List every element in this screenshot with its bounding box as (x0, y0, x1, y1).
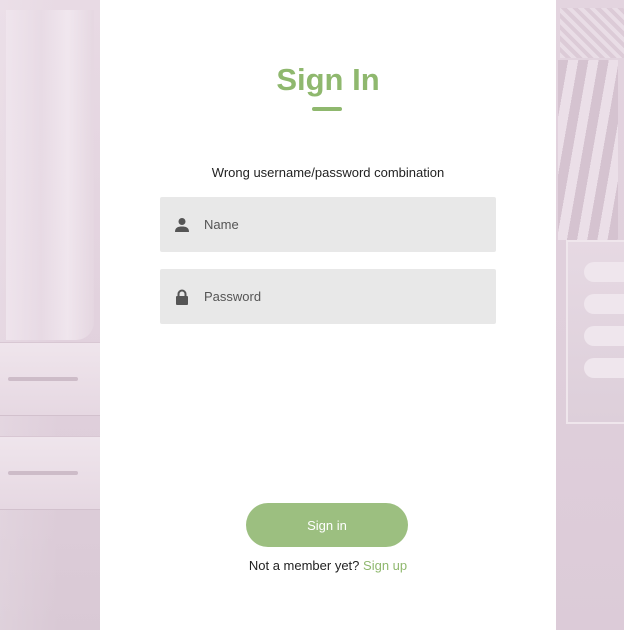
password-input[interactable] (204, 269, 484, 324)
background-image-left (0, 0, 100, 630)
background-shirt (6, 10, 94, 340)
signin-card: Sign In Wrong username/password combinat… (100, 0, 556, 630)
member-prompt-text: Not a member yet? (248, 558, 360, 573)
page-title: Sign In (276, 62, 380, 97)
drawer-handle (8, 471, 78, 475)
drawer-handle (8, 377, 78, 381)
background-drawer (0, 342, 100, 416)
password-field (160, 269, 496, 324)
background-image-right (556, 0, 624, 630)
error-message: Wrong username/password combination (211, 165, 445, 180)
title-underline (312, 107, 342, 111)
background-pillow (584, 326, 624, 346)
background-drawer (0, 436, 100, 510)
background-shelf (566, 240, 624, 424)
background-pillow (584, 294, 624, 314)
name-input[interactable] (204, 197, 484, 252)
signup-link[interactable]: Sign up (363, 558, 407, 573)
signup-prompt: Not a member yet? Sign up (100, 558, 556, 573)
user-icon (174, 217, 190, 233)
signin-button[interactable]: Sign in (246, 503, 408, 547)
background-pillow (584, 358, 624, 378)
background-pillow (584, 262, 624, 282)
background-striped-garment (558, 60, 618, 240)
lock-icon (174, 289, 190, 305)
name-field (160, 197, 496, 252)
background-box (560, 8, 624, 58)
